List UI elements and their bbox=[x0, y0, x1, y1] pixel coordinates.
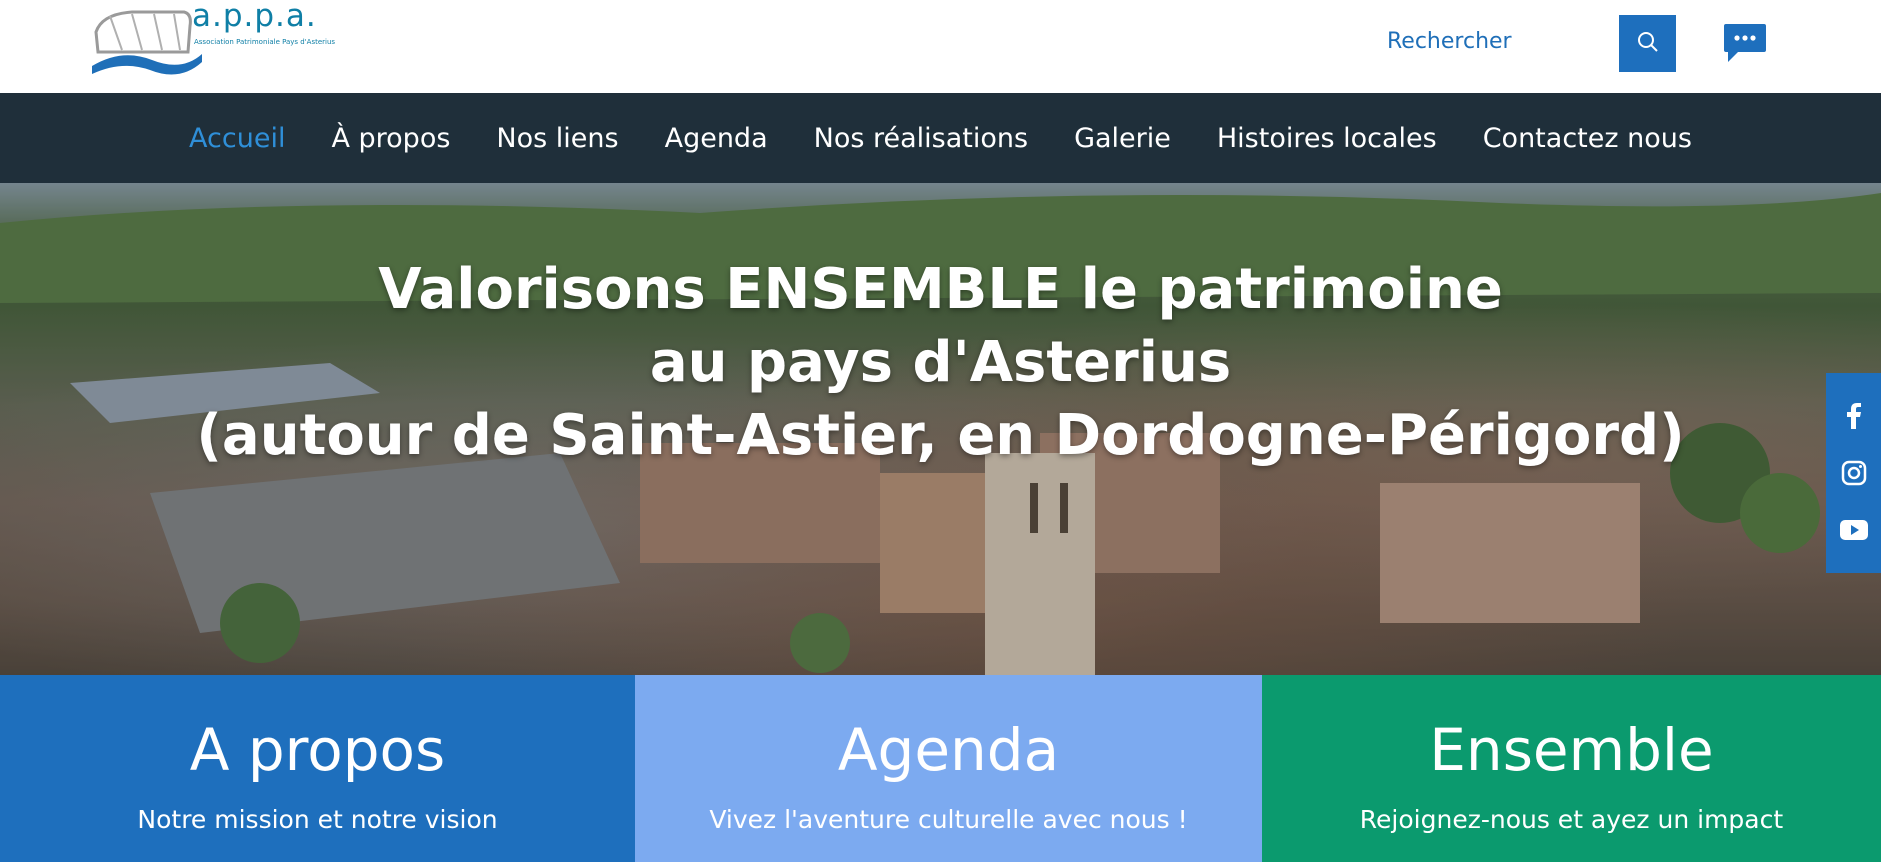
youtube-icon[interactable] bbox=[1839, 516, 1868, 544]
hero-title: Valorisons ENSEMBLE le patrimoine au pay… bbox=[0, 253, 1881, 472]
instagram-icon[interactable] bbox=[1840, 459, 1868, 487]
hero-title-line-3: (autour de Saint-Astier, en Dordogne-Pér… bbox=[196, 403, 1685, 468]
tile-subtitle: Vivez l'aventure culturelle avec nous ! bbox=[709, 805, 1188, 834]
hero-title-line-2: au pays d'Asterius bbox=[649, 330, 1232, 395]
main-nav: Accueil À propos Nos liens Agenda Nos ré… bbox=[0, 93, 1881, 183]
nav-item-a-propos[interactable]: À propos bbox=[331, 123, 450, 154]
social-links-bar bbox=[1826, 373, 1881, 573]
nav-item-accueil[interactable]: Accueil bbox=[189, 123, 285, 154]
tile-title: Ensemble bbox=[1429, 716, 1714, 784]
nav-item-agenda[interactable]: Agenda bbox=[665, 123, 768, 154]
tile-subtitle: Rejoignez-nous et ayez un impact bbox=[1359, 805, 1784, 834]
tile-a-propos[interactable]: A propos Notre mission et notre vision bbox=[0, 675, 635, 862]
logo-subtitle: Association Patrimoniale Pays d'Asterius bbox=[194, 38, 336, 46]
tile-title: A propos bbox=[189, 716, 446, 784]
nav-list: Accueil À propos Nos liens Agenda Nos ré… bbox=[166, 123, 1715, 154]
nav-item-galerie[interactable]: Galerie bbox=[1074, 123, 1171, 154]
tile-title: Agenda bbox=[837, 716, 1060, 784]
search-button[interactable] bbox=[1619, 15, 1676, 72]
logo-text: a.p.p.a. bbox=[192, 0, 317, 34]
tile-agenda[interactable]: Agenda Vivez l'aventure culturelle avec … bbox=[635, 675, 1262, 862]
hero-banner: Valorisons ENSEMBLE le patrimoine au pay… bbox=[0, 183, 1881, 675]
nav-item-histoires-locales[interactable]: Histoires locales bbox=[1217, 123, 1437, 154]
tile-subtitle: Notre mission et notre vision bbox=[137, 805, 498, 834]
chat-button[interactable] bbox=[1722, 22, 1768, 66]
facebook-icon[interactable] bbox=[1840, 402, 1868, 430]
nav-item-nos-liens[interactable]: Nos liens bbox=[496, 123, 618, 154]
site-header: a.p.p.a. Association Patrimoniale Pays d… bbox=[0, 0, 1881, 93]
nav-item-nos-realisations[interactable]: Nos réalisations bbox=[814, 123, 1028, 154]
hero-title-line-1: Valorisons ENSEMBLE le patrimoine bbox=[378, 257, 1503, 322]
nav-item-contactez-nous[interactable]: Contactez nous bbox=[1483, 123, 1692, 154]
search-icon bbox=[1637, 31, 1659, 57]
bus-logo-icon bbox=[92, 10, 202, 75]
chat-bubble-icon bbox=[1722, 24, 1768, 70]
search-input[interactable]: Rechercher bbox=[1387, 29, 1512, 54]
site-logo[interactable]: a.p.p.a. Association Patrimoniale Pays d… bbox=[92, 0, 335, 82]
tile-ensemble[interactable]: Ensemble Rejoignez-nous et ayez un impac… bbox=[1262, 675, 1881, 862]
